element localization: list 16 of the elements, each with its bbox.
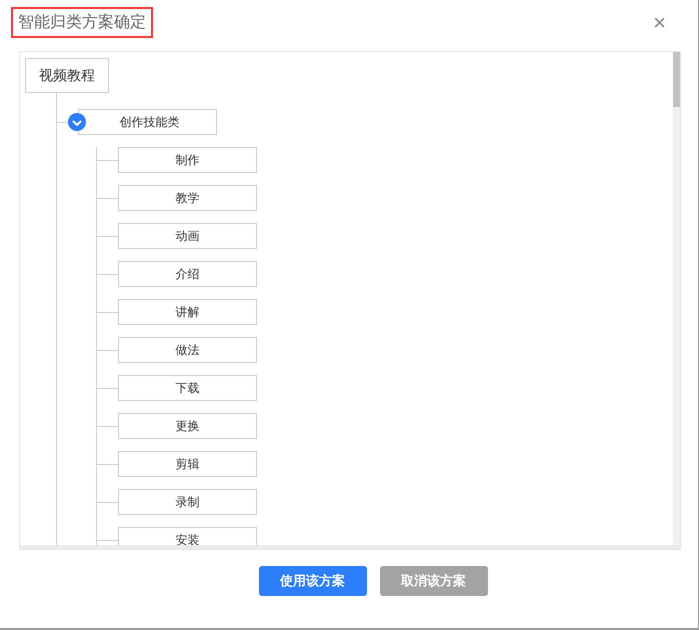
close-button[interactable]: ×: [653, 12, 666, 34]
tree-node[interactable]: 介绍: [118, 261, 257, 287]
tree-node[interactable]: 创作技能类: [78, 109, 217, 135]
chevron-icon[interactable]: [68, 113, 86, 131]
tree-node[interactable]: 更换: [118, 413, 257, 439]
tree-node[interactable]: 制作: [118, 147, 257, 173]
tree-node[interactable]: 动画: [118, 223, 257, 249]
tree-node[interactable]: 剪辑: [118, 451, 257, 477]
tree-node[interactable]: 做法: [118, 337, 257, 363]
use-plan-button[interactable]: 使用该方案: [258, 566, 366, 596]
tree-node[interactable]: 教学: [118, 185, 257, 211]
tree-node[interactable]: 录制: [118, 489, 257, 515]
tree-node[interactable]: 视频教程: [25, 58, 109, 93]
tree-node[interactable]: 讲解: [118, 299, 257, 325]
dialog-title: 智能归类方案确定: [18, 12, 146, 32]
tree-node[interactable]: 下载: [118, 375, 257, 401]
